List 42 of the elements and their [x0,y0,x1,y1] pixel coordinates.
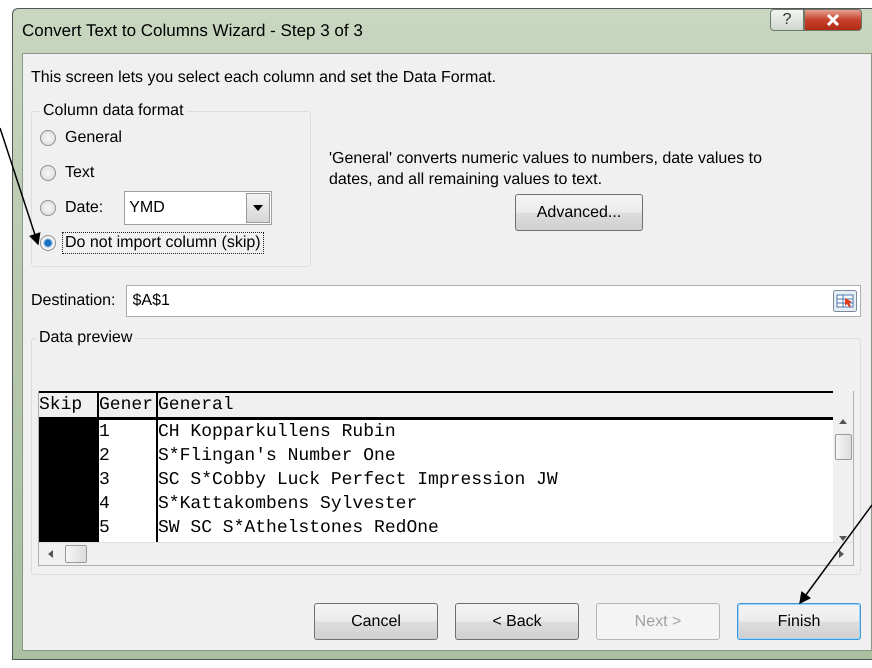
group-legend: Column data format [40,102,187,120]
group-legend: Data preview [36,329,136,347]
radio-button[interactable] [40,164,56,180]
horizontal-scrollbar[interactable] [39,542,853,565]
scroll-left-icon [47,550,55,558]
dialog-button[interactable]: Finish [737,603,861,640]
close-icon [826,14,840,26]
preview-cell-text: 5 [99,517,111,540]
vertical-scrollbar[interactable] [833,418,853,542]
preview-cell-text: CH Kopparkullens Rubin [158,421,397,444]
help-button[interactable]: ? [770,9,804,31]
radio-button[interactable] [40,130,56,146]
radio-label[interactable]: Date: [62,196,106,218]
destination-field[interactable]: $A$1 [126,285,861,317]
destination-label: Destination: [31,291,116,311]
preview-cell-text: 4 [99,493,111,516]
close-button[interactable] [804,9,862,31]
preview-cell-text: S*Flingan's Number One [158,445,397,468]
scroll-right-icon [837,550,845,558]
scroll-thumb[interactable] [65,545,87,563]
range-picker-icon[interactable] [833,290,857,312]
radio-label[interactable]: Do not import column (skip) [62,232,264,254]
preview-cell-text: 1 [99,421,111,444]
preview-cell-text: S*Kattakombens Sylvester [158,493,418,516]
advanced-button[interactable]: Advanced... [515,194,643,231]
radio-label[interactable]: General [62,126,125,148]
preview-cell-text: 2 [99,445,111,468]
dialog-button[interactable]: Cancel [314,603,438,640]
caret-icon [253,204,264,210]
description-text: This screen lets you select each column and set the Data Format. [31,68,498,88]
date-format-dropdown[interactable]: YMD [124,190,272,224]
dialog-button[interactable]: < Back [455,603,579,640]
preview-cell-text: SW SC S*Athelstones RedOne [158,517,440,540]
scroll-up-icon [839,418,847,426]
radio-label[interactable]: Text [62,162,98,184]
preview-cell-text: SC S*Cobby Luck Perfect Impression JW [158,469,559,492]
info-text: 'General' converts numeric values to numbers, date values to dates, and all remaining values to text. [329,149,763,190]
scroll-thumb[interactable] [834,434,852,460]
preview-cell-text: 3 [99,469,111,492]
window-title: Convert Text to Columns Wizard - Step 3 of 3 [22,21,363,41]
radio-button[interactable] [40,234,56,250]
radio-button[interactable] [40,200,56,216]
